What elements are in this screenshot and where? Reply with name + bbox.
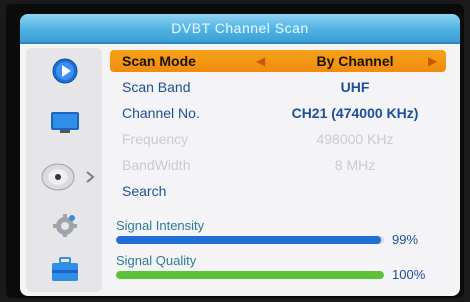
signal-intensity-bar bbox=[116, 236, 384, 244]
satellite-dish-icon[interactable] bbox=[40, 160, 80, 194]
chevron-right-icon bbox=[86, 171, 95, 183]
signal-quality-label: Signal Quality bbox=[116, 253, 197, 268]
scan-settings-panel: Scan Mode ◀ By Channel ▶ Scan Band UHF C… bbox=[110, 48, 454, 292]
signal-quality-fill bbox=[116, 271, 384, 279]
frequency-label: Frequency bbox=[122, 131, 189, 147]
signal-quality-bar bbox=[116, 271, 384, 279]
toolbox-icon[interactable] bbox=[50, 256, 80, 284]
play-icon[interactable] bbox=[52, 58, 78, 84]
signal-quality-percent: 100% bbox=[392, 267, 426, 282]
bandwidth-row: BandWidth 8 MHz bbox=[110, 154, 446, 176]
channel-no-label: Channel No. bbox=[122, 105, 200, 121]
scan-band-label: Scan Band bbox=[122, 79, 191, 95]
signal-intensity-percent: 99% bbox=[392, 232, 419, 247]
arrow-left-icon[interactable]: ◀ bbox=[256, 50, 265, 72]
scan-band-value: UHF bbox=[340, 79, 370, 95]
frequency-row: Frequency 498000 KHz bbox=[110, 128, 446, 150]
channel-no-value: CH21 (474000 KHz) bbox=[291, 105, 419, 121]
frequency-value: 498000 KHz bbox=[316, 131, 394, 147]
sidebar bbox=[26, 48, 102, 292]
tv-icon[interactable] bbox=[50, 110, 80, 134]
signal-intensity-fill bbox=[116, 236, 382, 244]
scan-mode-label: Scan Mode bbox=[122, 53, 196, 69]
bandwidth-value: 8 MHz bbox=[334, 157, 376, 173]
signal-intensity-label: Signal Intensity bbox=[116, 218, 205, 233]
window-title: DVBT Channel Scan bbox=[20, 14, 460, 44]
scan-mode-row[interactable]: Scan Mode ◀ By Channel ▶ bbox=[110, 50, 446, 72]
gear-icon[interactable] bbox=[50, 212, 80, 238]
scan-mode-value: By Channel bbox=[316, 53, 394, 69]
search-row[interactable]: Search bbox=[110, 180, 446, 202]
osd-screen: DVBT Channel Scan Scan Mode ◀ By Channel… bbox=[20, 14, 460, 296]
search-label: Search bbox=[122, 183, 167, 199]
channel-no-row[interactable]: Channel No. CH21 (474000 KHz) bbox=[110, 102, 446, 124]
bandwidth-label: BandWidth bbox=[122, 157, 191, 173]
tv-bezel: DVBT Channel Scan Scan Mode ◀ By Channel… bbox=[6, 4, 464, 298]
arrow-right-icon[interactable]: ▶ bbox=[428, 50, 437, 72]
scan-band-row[interactable]: Scan Band UHF bbox=[110, 76, 446, 98]
